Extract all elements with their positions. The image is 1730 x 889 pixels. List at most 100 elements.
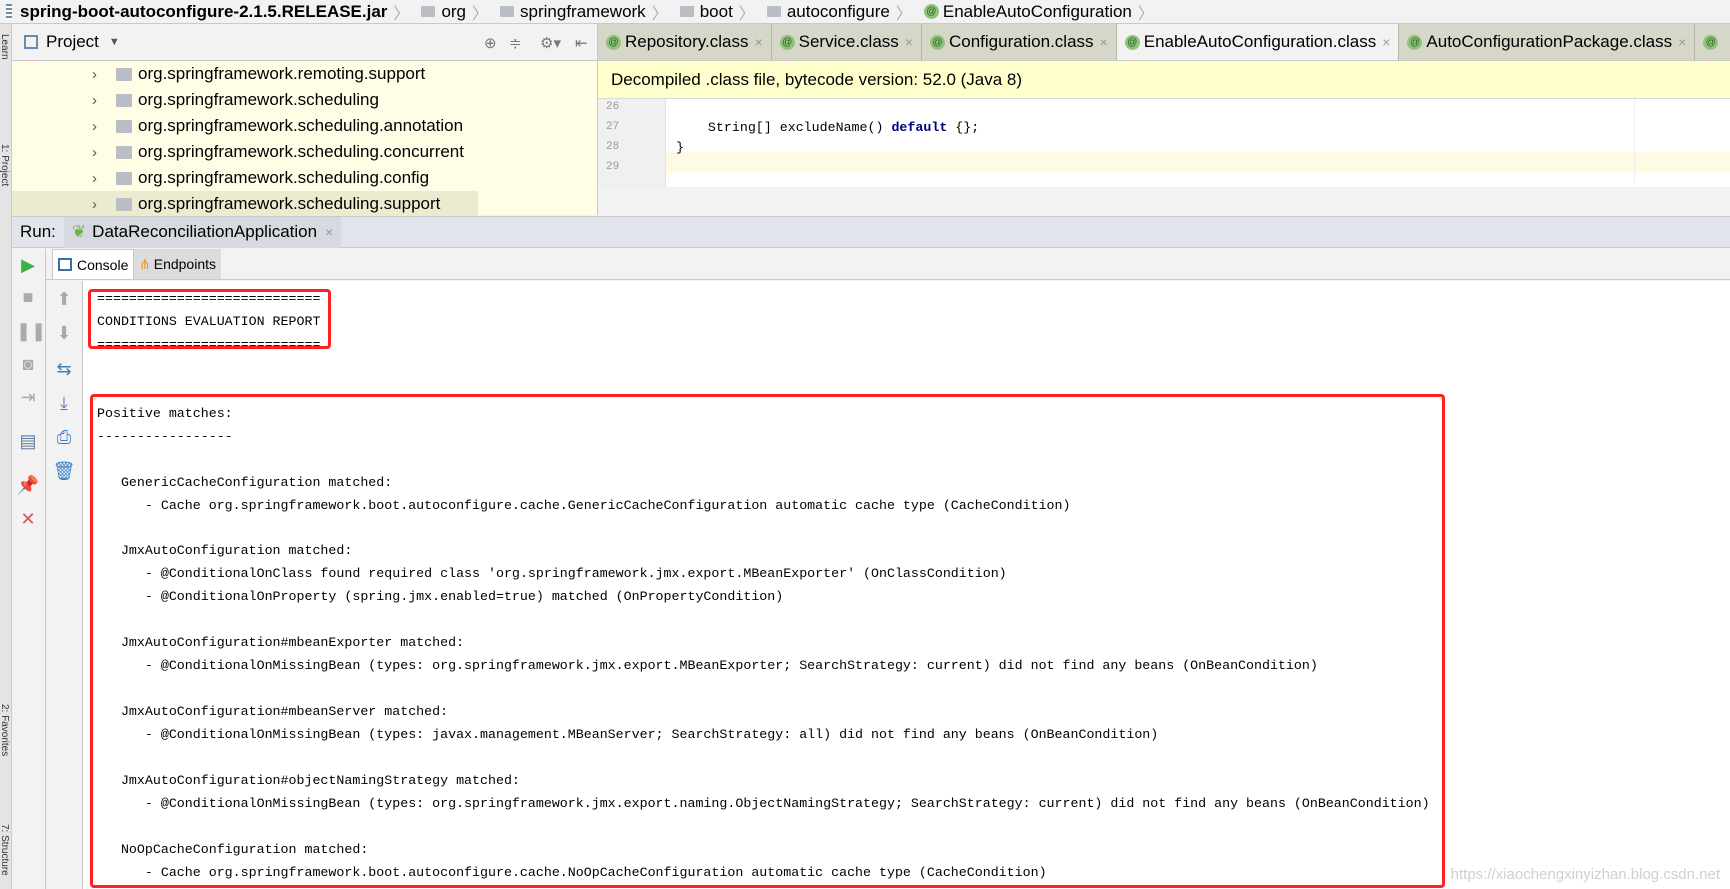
tab-label: Configuration.class (948, 32, 1094, 51)
tab-endpoints[interactable]: ⋔ Endpoints (134, 249, 222, 279)
close-icon[interactable]: × (1678, 34, 1686, 50)
tree-item-package[interactable]: › org.springframework.scheduling (12, 87, 572, 113)
chevron-right-icon[interactable]: › (92, 196, 97, 213)
annotation-icon: @ (923, 4, 939, 19)
chevron-right-icon[interactable]: › (92, 92, 97, 109)
close-icon[interactable]: × (325, 224, 333, 240)
print-icon[interactable]: ⎙ (52, 427, 76, 448)
console-icon (58, 258, 72, 271)
breadcrumb-item[interactable]: org 〉 (415, 0, 494, 24)
chevron-right-icon[interactable]: › (92, 144, 97, 161)
breadcrumb: spring-boot-autoconfigure-2.1.5.RELEASE.… (0, 0, 1730, 24)
tab-console-label: Console (77, 256, 129, 273)
caret-row-highlight (666, 152, 1730, 173)
console-output[interactable]: ============================ CONDITIONS E… (83, 281, 1730, 889)
code-text: {}; (947, 120, 980, 135)
tab-configuration[interactable]: @ Configuration.class × (922, 24, 1117, 60)
editor-area: @ Repository.class × @ Service.class × @ Config… (598, 24, 1730, 215)
chevron-down-icon[interactable]: ▼ (109, 36, 120, 48)
hide-panel-icon[interactable]: ⇤ (575, 34, 588, 52)
tab-overflow[interactable]: @ (1695, 24, 1730, 60)
jar-icon (6, 3, 12, 20)
highlight-box-report-title (88, 289, 331, 349)
spring-boot-icon: ❦ (71, 222, 87, 241)
package-icon (116, 171, 132, 185)
tab-enableautoconfiguration[interactable]: @ EnableAutoConfiguration.class × (1116, 24, 1400, 60)
breadcrumb-item[interactable]: autoconfigure 〉 (761, 0, 918, 24)
run-actions-toolbar: ▶ ■ ❚❚ ◙ ⇥ ▤ 📌 ✕ (12, 249, 46, 889)
folder-icon (421, 6, 436, 17)
package-icon (116, 93, 132, 107)
watermark: https://xiaochengxinyizhan.blog.csdn.net (1450, 866, 1720, 883)
tool-window-favorites[interactable]: 2: Favorites (0, 704, 10, 756)
chevron-right-icon[interactable]: › (92, 170, 97, 187)
breadcrumb-label: EnableAutoConfiguration (942, 1, 1132, 21)
package-icon (116, 67, 132, 81)
tab-repository[interactable]: @ Repository.class × (598, 24, 772, 60)
package-icon (116, 197, 132, 211)
chevron-right-icon: 〉 (895, 5, 912, 23)
tree-item-package[interactable]: › org.springframework.scheduling.concurre… (12, 139, 572, 165)
annotation-class-icon: @ (1124, 34, 1140, 50)
tool-window-learn[interactable]: Learn (0, 34, 10, 60)
tab-label: Repository.class (625, 32, 749, 51)
tree-item-label: org.springframework.scheduling.annotatio… (138, 116, 464, 135)
tab-endpoints-label: Endpoints (153, 256, 217, 272)
tree-item-package[interactable]: › org.springframework.scheduling.config (12, 165, 572, 191)
line-number: 27 (606, 121, 620, 133)
arrow-down-icon[interactable]: ⬇ (52, 323, 76, 344)
arrow-up-icon[interactable]: ⬆ (52, 289, 76, 310)
collapse-all-icon[interactable]: ≑ (509, 34, 522, 52)
tab-autoconfigurationpackage[interactable]: @ AutoConfigurationPackage.class × (1399, 24, 1696, 60)
code-text: String[] excludeName() (676, 120, 892, 135)
annotation-class-icon: @ (606, 34, 621, 50)
breadcrumb-item[interactable]: boot 〉 (674, 0, 761, 24)
run-label: Run: (20, 222, 56, 241)
tool-window-project[interactable]: 1: Project (0, 144, 10, 186)
tree-item-package[interactable]: › org.springframework.remoting.support (12, 61, 572, 87)
close-icon[interactable]: × (905, 34, 913, 50)
close-icon[interactable]: × (1100, 34, 1108, 50)
camera-icon[interactable]: ◙ (16, 354, 40, 375)
scroll-to-end-icon[interactable]: ⤓ (52, 393, 76, 414)
chevron-right-icon: 〉 (738, 5, 755, 23)
tree-item-package[interactable]: › org.springframework.scheduling.annotati… (12, 113, 572, 139)
annotation-class-icon: @ (779, 34, 795, 50)
breadcrumb-item[interactable]: springframework 〉 (494, 0, 674, 24)
tab-service[interactable]: @ Service.class × (772, 24, 922, 60)
stop-icon[interactable]: ■ (16, 287, 40, 308)
layout-icon[interactable]: ▤ (16, 431, 40, 452)
project-header: Project ▼ ⊕ ≑ ⚙▾ ⇤ (12, 24, 597, 61)
close-icon[interactable]: × (754, 34, 762, 50)
trash-icon[interactable]: 🗑 (52, 461, 76, 482)
highlight-box-positive-matches (90, 394, 1445, 888)
tree-item-package[interactable]: › org.springframework.scheduling.support (12, 191, 478, 217)
code-editor[interactable]: 26 27 28 29 String[] excludeName() default … (598, 99, 1730, 187)
line-number: 26 (606, 101, 620, 113)
run-config-tab[interactable]: ❦ DataReconciliationApplication × (63, 216, 342, 248)
breadcrumb-item[interactable]: spring-boot-autoconfigure-2.1.5.RELEASE.… (0, 0, 415, 24)
close-icon[interactable]: ✕ (16, 509, 40, 530)
tree-item-label: org.springframework.scheduling.concurren… (138, 142, 464, 161)
banner-text: Decompiled .class file, bytecode version… (611, 69, 1023, 89)
tab-label: Service.class (798, 32, 899, 51)
soft-wrap-icon[interactable]: ⇆ (52, 359, 76, 380)
close-icon[interactable]: × (1382, 34, 1390, 50)
tab-console[interactable]: Console (52, 249, 135, 279)
gear-icon[interactable]: ⚙▾ (540, 34, 561, 52)
annotation-class-icon: @ (1703, 34, 1719, 50)
rerun-icon[interactable]: ▶ (16, 255, 40, 276)
breadcrumb-item[interactable]: @ EnableAutoConfiguration 〉 (918, 0, 1160, 24)
chevron-right-icon[interactable]: › (92, 66, 97, 83)
tree-item-label: org.springframework.scheduling.config (138, 168, 430, 187)
locate-icon[interactable]: ⊕ (484, 34, 497, 52)
tree-item-label: org.springframework.remoting.support (138, 64, 426, 83)
tab-label: AutoConfigurationPackage.class (1426, 32, 1673, 51)
tool-window-structure[interactable]: 7: Structure (0, 824, 10, 876)
chevron-right-icon: 〉 (393, 5, 410, 23)
pause-icon[interactable]: ❚❚ (16, 321, 46, 342)
pin-icon[interactable]: 📌 (16, 475, 40, 496)
exit-icon[interactable]: ⇥ (16, 387, 40, 408)
project-view-selector[interactable]: Project (46, 32, 99, 52)
chevron-right-icon[interactable]: › (92, 118, 97, 135)
